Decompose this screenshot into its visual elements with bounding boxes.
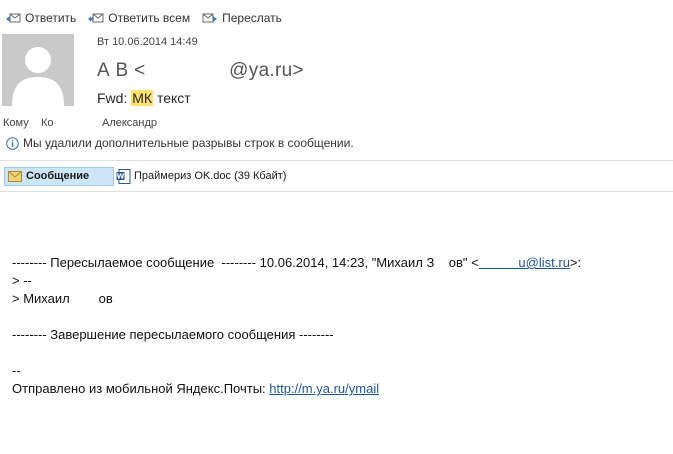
forward-end-line: -------- Завершение пересылаемого сообще… xyxy=(12,327,334,342)
forward-header-line: -------- Пересылаемое сообщение --------… xyxy=(12,254,581,272)
header-divider xyxy=(0,160,673,161)
person-placeholder-icon xyxy=(12,47,64,106)
reply-all-icon xyxy=(88,13,104,23)
reply-label: Ответить xyxy=(25,11,77,25)
yandex-mail-link[interactable]: http://m.ya.ru/ymail xyxy=(269,381,379,396)
forward-label: Переслать xyxy=(222,11,282,25)
to-recipient-name[interactable]: Александр xyxy=(102,117,157,129)
to-label: Кому xyxy=(3,117,29,129)
forward-header-text: -------- Пересылаемое сообщение --------… xyxy=(12,255,479,270)
message-tab-label: Сообщение xyxy=(26,170,90,182)
message-date: Вт 10.06.2014 14:49 xyxy=(97,36,198,48)
reply-button[interactable]: Ответить xyxy=(5,11,76,25)
message-body: -------- Пересылаемое сообщение --------… xyxy=(12,254,581,398)
attachment-bar: Сообщение W Праймериз OK.doc (39 Кбайт) xyxy=(4,166,286,186)
envelope-icon xyxy=(8,170,22,182)
quote-line-2: > Михаил ов xyxy=(12,291,113,306)
attachment-divider xyxy=(0,191,673,192)
reply-icon xyxy=(6,13,21,23)
forward-icon xyxy=(202,13,218,23)
reply-all-label: Ответить всем xyxy=(108,11,191,25)
message-tab[interactable]: Сообщение xyxy=(4,166,114,186)
info-icon xyxy=(6,136,19,150)
message-subject: Fwd: МК текст xyxy=(97,90,191,106)
sender-name[interactable]: А В < @ya.ru> xyxy=(97,60,304,82)
signature-line: Отправлено из мобильной Яндекс.Почты: ht… xyxy=(12,380,581,398)
signature-text: Отправлено из мобильной Яндекс.Почты: xyxy=(12,381,270,396)
svg-text:W: W xyxy=(117,172,125,180)
signature-separator: -- xyxy=(12,363,21,378)
reading-pane-toolbar: Ответить Ответить всем Переслать xyxy=(5,8,294,28)
forward-header-suffix: >: xyxy=(569,255,582,270)
info-bar[interactable]: Мы удалили дополнительные разрывы строк … xyxy=(6,136,354,150)
subject-highlight: МК xyxy=(131,90,154,106)
attachment-file[interactable]: W Праймериз OK.doc (39 Кбайт) xyxy=(116,168,287,184)
subject-rest: текст xyxy=(153,90,191,106)
quote-line-1: > -- xyxy=(12,273,32,288)
sender-avatar xyxy=(2,34,74,106)
to-recipient[interactable]: Ко xyxy=(41,117,54,129)
word-document-icon: W xyxy=(116,168,131,184)
subject-prefix: Fwd: xyxy=(97,90,132,106)
forward-button[interactable]: Переслать xyxy=(202,11,282,25)
sender-email-link[interactable]: u@list.ru xyxy=(479,255,570,270)
info-text: Мы удалили дополнительные разрывы строк … xyxy=(23,136,354,150)
attachment-file-label: Праймериз OK.doc (39 Кбайт) xyxy=(134,170,287,182)
reply-all-button[interactable]: Ответить всем xyxy=(88,11,190,25)
